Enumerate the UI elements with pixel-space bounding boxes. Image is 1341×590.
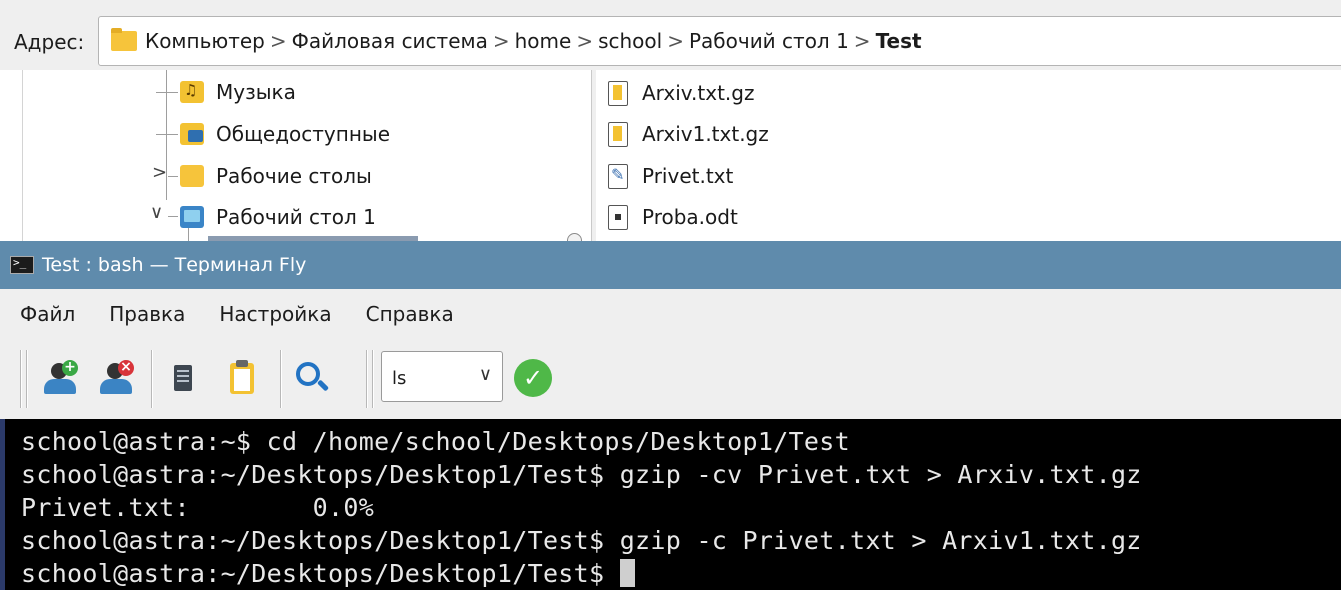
- crumb-home[interactable]: home: [515, 29, 572, 53]
- terminal-prompt: school@astra:~/Desktops/Desktop1/Test$: [21, 559, 620, 588]
- menu-bar: Файл Правка Настройка Справка: [0, 289, 1341, 339]
- chevron-down-icon[interactable]: ∨: [479, 364, 492, 385]
- archive-file-icon: [608, 80, 628, 106]
- user-body-icon: [100, 379, 132, 394]
- close-session-button[interactable]: ×: [98, 359, 138, 399]
- paste-button[interactable]: [222, 359, 262, 399]
- folder-icon: [180, 165, 204, 187]
- terminal-line: school@astra:~$ cd /home/school/Desktops…: [21, 427, 850, 456]
- terminal-cursor: [619, 559, 635, 587]
- file-name: Privet.txt: [642, 164, 734, 188]
- document-file-icon: [608, 204, 628, 230]
- tree-item-public[interactable]: Общедоступные: [180, 117, 390, 151]
- clipboard-clip: [236, 360, 248, 367]
- desktop-folder-icon: [180, 206, 204, 228]
- tree-item-desktop1[interactable]: Рабочий стол 1: [180, 200, 376, 234]
- tree-branch-line: [168, 176, 178, 177]
- menu-settings[interactable]: Настройка: [219, 302, 331, 326]
- toolbar-separator: [372, 350, 374, 408]
- music-folder-icon: [180, 81, 204, 103]
- crumb-separator: >: [269, 29, 287, 53]
- tree-item-music[interactable]: Музыка: [180, 75, 296, 109]
- window-title: Test : bash — Терминал Fly: [42, 254, 307, 276]
- menu-edit[interactable]: Правка: [109, 302, 185, 326]
- crumb-desktop1[interactable]: Рабочий стол 1: [689, 29, 849, 53]
- file-name: Arxiv1.txt.gz: [642, 122, 769, 146]
- chevron-right-icon[interactable]: >: [152, 162, 167, 183]
- public-folder-icon: [180, 123, 204, 145]
- tree-item-label: Рабочий стол 1: [216, 205, 376, 229]
- file-item[interactable]: Arxiv1.txt.gz: [608, 117, 769, 151]
- terminal-line: school@astra:~/Desktops/Desktop1/Test$ g…: [21, 526, 1142, 555]
- copy-button[interactable]: [164, 359, 204, 399]
- user-body-icon: [44, 379, 76, 394]
- toolbar-separator: [151, 350, 153, 408]
- tree-branch-line: [168, 216, 178, 217]
- crumb-separator: >: [576, 29, 594, 53]
- menu-file[interactable]: Файл: [20, 302, 75, 326]
- terminal-icon: [10, 256, 34, 274]
- folder-tree[interactable]: Музыка Общедоступные > Рабочие столы ∨ Р…: [0, 70, 592, 241]
- toolbar: + × ls ∨ ✓: [0, 339, 1341, 419]
- crumb-separator: >: [667, 29, 684, 53]
- tree-branch-line: [156, 134, 178, 135]
- terminal-prompt-line[interactable]: school@astra:~/Desktops/Desktop1/Test$: [21, 557, 1341, 590]
- tree-item-label: Рабочие столы: [216, 164, 372, 188]
- file-name: Arxiv.txt.gz: [642, 81, 755, 105]
- crumb-computer[interactable]: Компьютер: [145, 29, 265, 53]
- folder-icon: [111, 28, 137, 51]
- chevron-down-icon[interactable]: ∨: [150, 202, 163, 223]
- plus-icon: +: [62, 360, 78, 376]
- tree-branch-line: [156, 92, 178, 93]
- file-item[interactable]: Privet.txt: [608, 159, 733, 193]
- copy-icon: [174, 365, 192, 391]
- search-button[interactable]: [292, 359, 332, 399]
- run-command-button[interactable]: ✓: [514, 359, 552, 397]
- command-combo-value: ls: [392, 368, 407, 389]
- command-combo[interactable]: ls ∨: [381, 351, 503, 402]
- address-path[interactable]: Компьютер > Файловая система > home > sc…: [98, 16, 1341, 66]
- terminal-line: Privet.txt: 0.0%: [21, 493, 375, 522]
- archive-file-icon: [608, 121, 628, 147]
- address-label: Адрес:: [14, 30, 85, 54]
- toolbar-separator: [280, 350, 282, 408]
- address-bar: Адрес: Компьютер > Файловая система > ho…: [0, 0, 1341, 70]
- terminal-title-bar[interactable]: Test : bash — Терминал Fly: [0, 241, 1341, 289]
- file-list[interactable]: Arxiv.txt.gz Arxiv1.txt.gz Privet.txt Pr…: [596, 70, 1341, 241]
- crumb-school[interactable]: school: [598, 29, 662, 53]
- toolbar-separator: [26, 350, 28, 408]
- new-session-button[interactable]: +: [42, 359, 82, 399]
- tree-item-label: Общедоступные: [216, 122, 391, 146]
- remove-icon: ×: [118, 360, 134, 376]
- toolbar-separator: [366, 350, 368, 408]
- file-name: Proba.odt: [642, 205, 738, 229]
- crumb-separator: >: [492, 29, 510, 53]
- file-item[interactable]: Proba.odt: [608, 200, 738, 234]
- crumb-filesystem[interactable]: Файловая система: [292, 29, 488, 53]
- tree-scrollbar-thumb[interactable]: [567, 233, 582, 241]
- tree-item-label: Музыка: [216, 80, 296, 104]
- crumb-test[interactable]: Test: [876, 29, 922, 53]
- menu-help[interactable]: Справка: [366, 302, 454, 326]
- crumb-separator: >: [853, 29, 871, 53]
- search-handle: [316, 379, 330, 392]
- file-item[interactable]: Arxiv.txt.gz: [608, 76, 754, 110]
- terminal-line: school@astra:~/Desktops/Desktop1/Test$ g…: [21, 460, 1142, 489]
- tree-item-desktops[interactable]: Рабочие столы: [180, 159, 372, 193]
- terminal-output[interactable]: school@astra:~$ cd /home/school/Desktops…: [0, 419, 1341, 590]
- tree-border: [22, 70, 23, 241]
- toolbar-separator: [20, 350, 22, 408]
- text-file-icon: [608, 163, 628, 189]
- clipboard-paper: [234, 369, 250, 391]
